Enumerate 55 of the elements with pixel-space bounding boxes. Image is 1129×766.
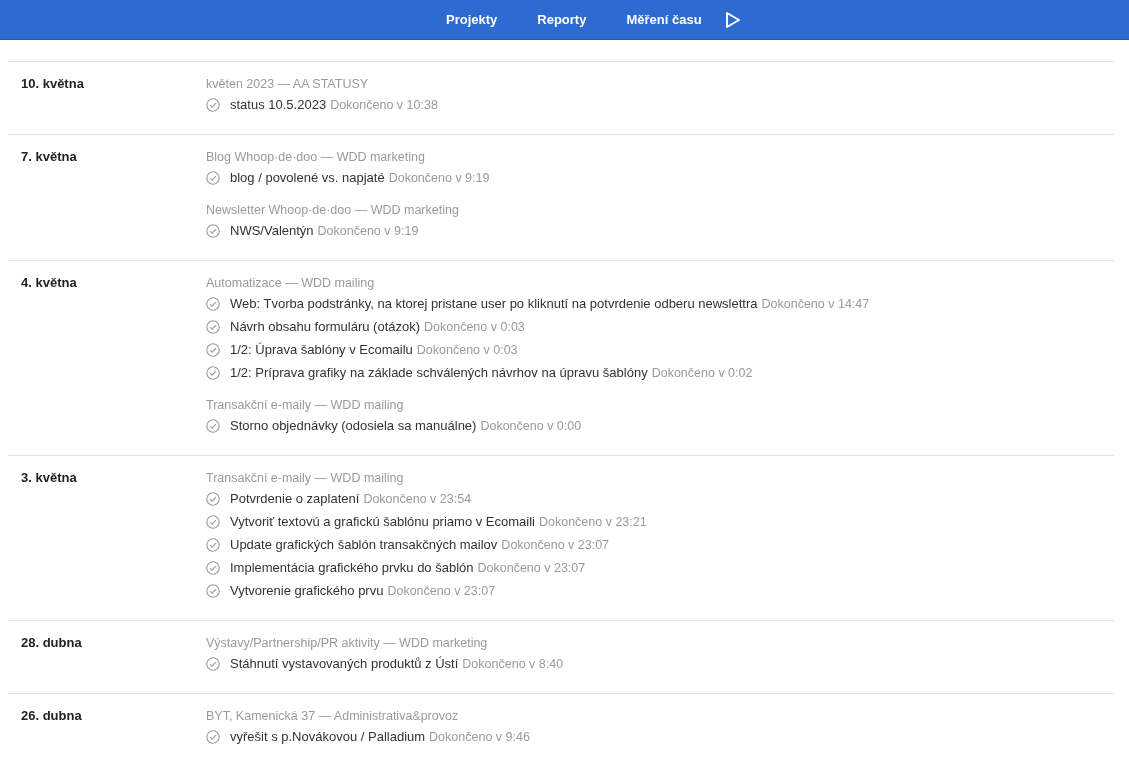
completed-time: Dokončeno v 23:54 (363, 491, 472, 506)
date-heading: 7. května (20, 149, 78, 166)
completed-time: Dokončeno v 23:07 (477, 560, 586, 575)
task-title[interactable]: Web: Tvorba podstránky, na ktorej pristane user po kliknutí na potvrdenie odberu newslettra (230, 296, 758, 311)
task-title[interactable]: 1/2: Príprava grafiky na základe schválených návrhov na úpravu šablóny (230, 365, 648, 380)
check-circle-icon[interactable] (206, 365, 220, 380)
check-circle-icon[interactable] (206, 418, 220, 433)
task-title[interactable]: Stáhnutí vystavovaných produktů z Ústí (230, 656, 459, 671)
completed-time: Dokončeno v 9:46 (429, 729, 530, 744)
completed-time: Dokončeno v 0:03 (424, 319, 525, 334)
task-title[interactable]: Vytvoriť textovú a grafickú šablónu priamo v Ecomaili (230, 514, 535, 529)
check-circle-icon[interactable] (206, 583, 220, 598)
check-circle-icon[interactable] (206, 296, 220, 311)
check-circle-icon[interactable] (206, 342, 220, 357)
date-heading: 28. dubna (20, 635, 83, 652)
completed-time: Dokončeno v 9:19 (317, 223, 419, 238)
check-circle-icon[interactable] (206, 97, 220, 112)
check-circle-icon[interactable] (206, 223, 220, 238)
check-circle-icon[interactable] (206, 729, 220, 744)
completed-time: Dokončeno v 0:03 (416, 342, 518, 357)
nav-link[interactable]: Měření času (626, 12, 702, 27)
date-heading: 4. května (20, 275, 78, 292)
nav-link[interactable]: Projekty (446, 12, 498, 27)
task-title[interactable]: 1/2: Úprava šablóny v Ecomailu (230, 342, 413, 357)
play-icon[interactable] (724, 10, 741, 29)
completed-time: Dokončeno v 14:47 (761, 296, 870, 311)
nav-link[interactable]: Reporty (537, 12, 587, 27)
task-title[interactable]: NWS/Valentýn (230, 223, 314, 238)
check-circle-icon[interactable] (206, 170, 220, 185)
check-circle-icon[interactable] (206, 560, 220, 575)
date-heading: 3. května (20, 470, 78, 487)
task-title[interactable]: Update grafických šablón transakčných mailov (230, 537, 498, 552)
check-circle-icon[interactable] (206, 319, 220, 334)
completed-time: Dokončeno v 0:00 (480, 418, 582, 433)
completed-time: Dokončeno v 10:38 (330, 97, 438, 112)
task-title[interactable]: Návrh obsahu formuláru (otázok) (230, 319, 421, 334)
completed-time: Dokončeno v 9:19 (388, 170, 490, 185)
check-circle-icon[interactable] (206, 537, 220, 552)
completed-time: Dokončeno v 23:07 (501, 537, 610, 552)
task-title[interactable]: blog / povolené vs. napjaté (230, 170, 385, 185)
task-title[interactable]: Storno objednávky (odosiela sa manuálne) (230, 418, 477, 433)
check-circle-icon[interactable] (206, 491, 220, 506)
task-title[interactable]: Potvrdenie o zaplatení (230, 491, 360, 506)
completed-time: Dokončeno v 8:40 (462, 656, 564, 671)
check-circle-icon[interactable] (206, 514, 220, 529)
task-title[interactable]: Vytvorenie grafického prvu (230, 583, 384, 598)
task-title[interactable]: Implementácia grafického prvku do šablón (230, 560, 474, 575)
check-circle-icon[interactable] (206, 656, 220, 671)
completed-time: Dokončeno v 0:02 (651, 365, 753, 380)
task-title[interactable]: vyřešit s p.Novákovou / Palladium (230, 729, 426, 744)
task-title[interactable]: status 10.5.2023 (230, 97, 327, 112)
completed-time: Dokončeno v 23:21 (538, 514, 647, 529)
completed-time: Dokončeno v 23:07 (387, 583, 496, 598)
date-heading: 10. května (20, 76, 85, 93)
date-heading: 26. dubna (20, 708, 83, 725)
